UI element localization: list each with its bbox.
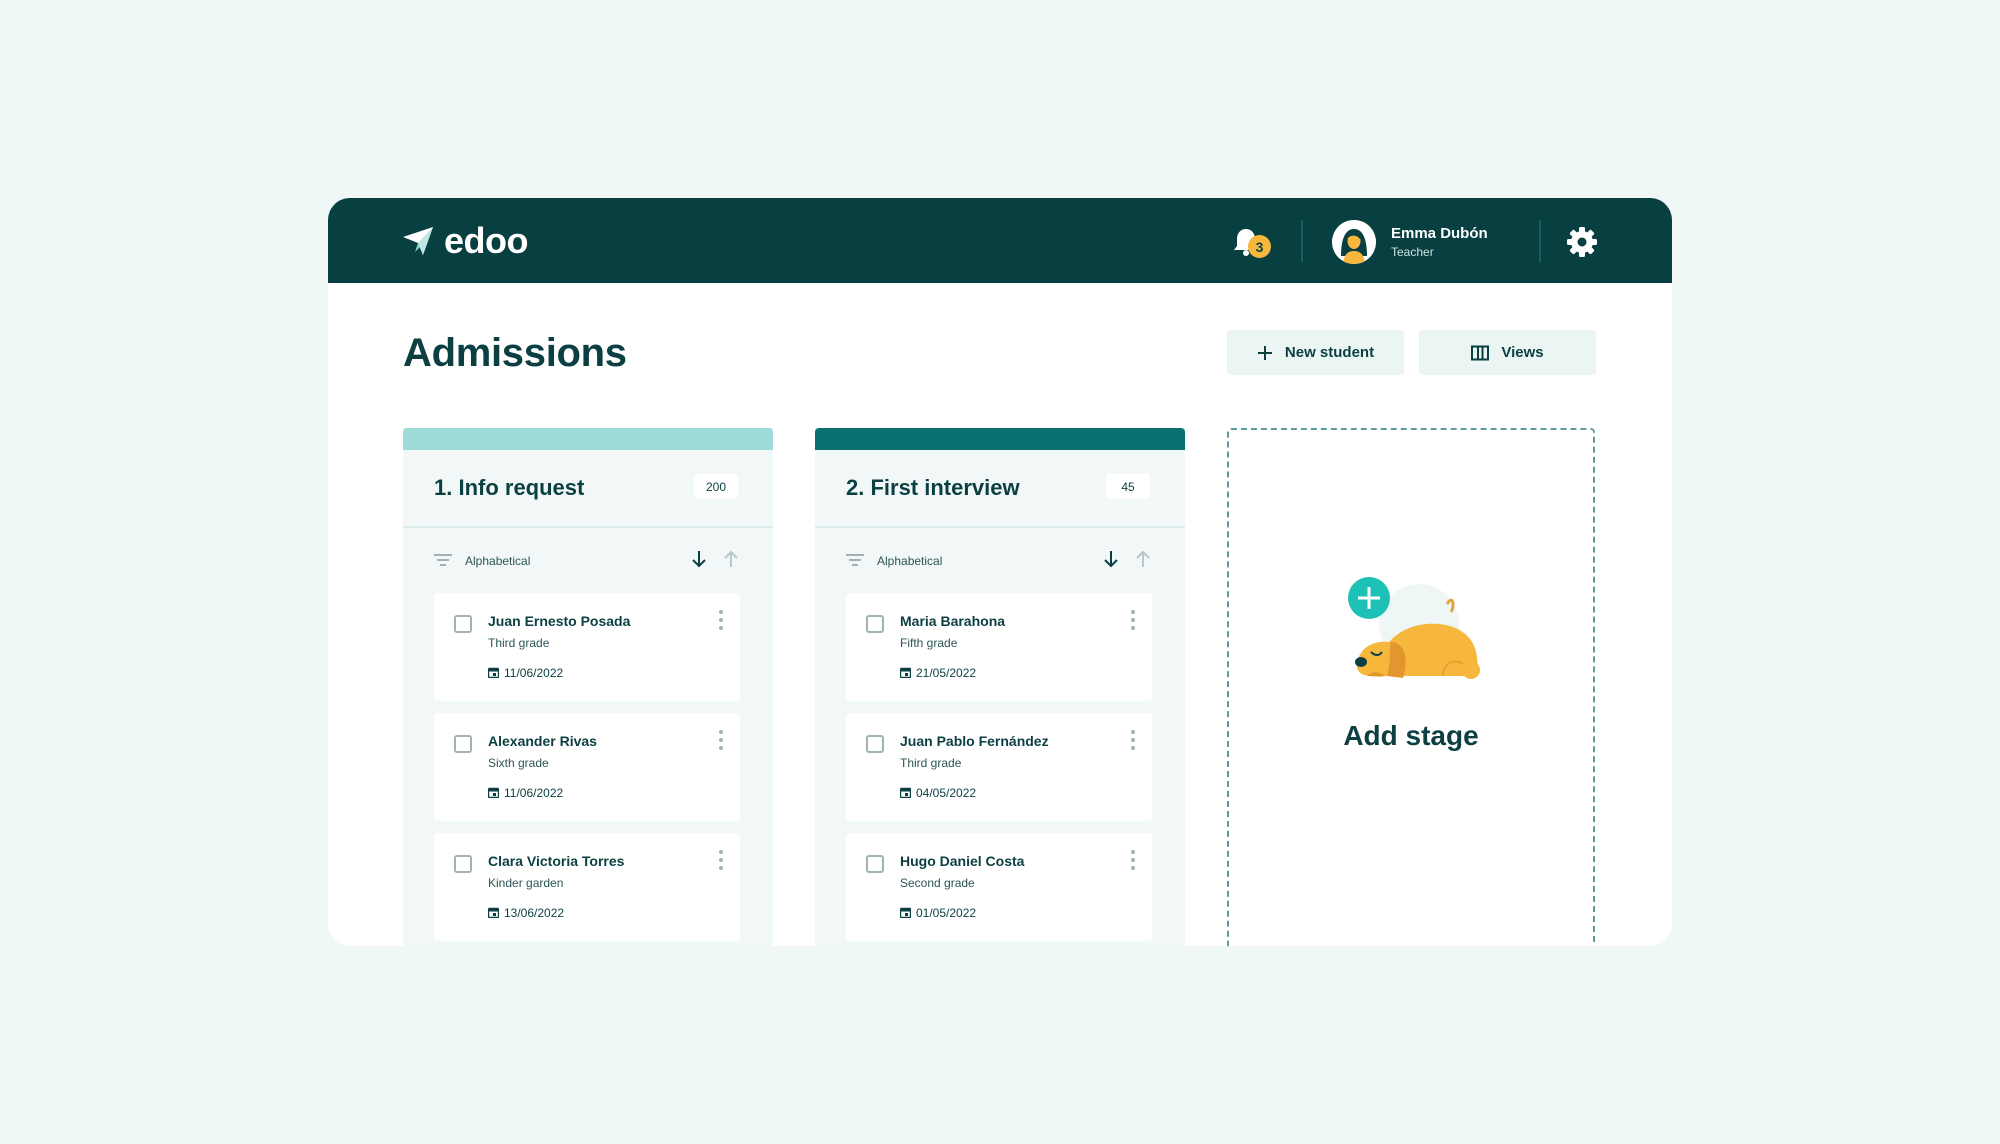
student-select-checkbox[interactable] [866, 615, 884, 633]
calendar-icon [488, 667, 499, 678]
student-card[interactable]: Clara Victoria Torres Kinder garden 13/0… [434, 833, 740, 941]
application-date: 11/06/2022 [504, 786, 564, 800]
application-date: 21/05/2022 [916, 666, 977, 680]
page-title: Admissions [403, 331, 627, 375]
sort-ascending-arrow-icon[interactable] [1135, 550, 1151, 568]
application-date: 01/05/2022 [916, 906, 977, 920]
app-logo[interactable]: edoo [402, 220, 529, 261]
student-grade: Fifth grade [900, 636, 958, 650]
student-select-checkbox[interactable] [454, 735, 472, 753]
student-grade: Third grade [900, 756, 962, 770]
sort-descending-arrow-icon[interactable] [691, 550, 707, 568]
add-stage-dropzone[interactable]: Add stage [1227, 428, 1595, 946]
paper-plane-icon [403, 227, 433, 255]
stage-column-info-request: 1. Info request 200 Alphabetical Juan Er… [403, 428, 773, 946]
header-divider [1539, 220, 1541, 262]
more-options-icon[interactable] [1130, 609, 1136, 631]
plus-icon [1257, 345, 1272, 360]
new-student-label: New student [1284, 344, 1375, 361]
calendar-icon [900, 667, 911, 678]
student-grade: Third grade [488, 636, 550, 650]
student-name: Juan Ernesto Posada [488, 613, 631, 629]
stage-title: 2. First interview [846, 475, 1020, 500]
student-grade: Sixth grade [488, 756, 549, 770]
user-avatar-illustration [1332, 220, 1376, 264]
student-card[interactable]: Juan Pablo Fernández Third grade 04/05/2… [846, 713, 1152, 821]
stage-column-first-interview: 2. First interview 45 Alphabetical Maria… [815, 428, 1185, 946]
student-name: Hugo Daniel Costa [900, 853, 1025, 869]
add-stage-label: Add stage [1343, 720, 1479, 751]
header-divider [1301, 220, 1303, 262]
sort-label[interactable]: Alphabetical [465, 554, 530, 568]
student-name: Alexander Rivas [488, 733, 597, 749]
stage-count-badge: 45 [1106, 474, 1150, 499]
top-navigation-bar: edoo 3 Emma Dubón Teacher [328, 198, 1672, 283]
notification-count-badge: 3 [1248, 235, 1271, 258]
more-options-icon[interactable] [718, 609, 724, 631]
user-name: Emma Dubón [1391, 225, 1488, 242]
user-avatar[interactable] [1332, 220, 1376, 264]
filter-sort-icon[interactable] [434, 553, 452, 567]
app-window: edoo 3 Emma Dubón Teacher Admissions New… [328, 198, 1672, 946]
student-select-checkbox[interactable] [454, 615, 472, 633]
views-button[interactable]: Views [1419, 330, 1596, 375]
student-card[interactable]: Alexander Rivas Sixth grade 11/06/2022 [434, 713, 740, 821]
more-options-icon[interactable] [1130, 849, 1136, 871]
student-card[interactable]: Hugo Daniel Costa Second grade 01/05/202… [846, 833, 1152, 941]
application-date: 04/05/2022 [916, 786, 977, 800]
student-select-checkbox[interactable] [454, 855, 472, 873]
filter-sort-icon[interactable] [846, 553, 864, 567]
stage-color-bar [815, 428, 1185, 450]
views-label: Views [1501, 344, 1544, 361]
user-role: Teacher [1391, 245, 1434, 259]
application-date: 13/06/2022 [504, 906, 565, 920]
more-options-icon[interactable] [718, 849, 724, 871]
settings-gear-icon[interactable] [1566, 226, 1598, 258]
calendar-icon [488, 787, 499, 798]
student-select-checkbox[interactable] [866, 735, 884, 753]
student-card[interactable]: Maria Barahona Fifth grade 21/05/2022 [846, 593, 1152, 701]
new-student-button[interactable]: New student [1227, 330, 1404, 375]
stage-divider [403, 526, 773, 528]
student-name: Maria Barahona [900, 613, 1006, 629]
stage-divider [815, 526, 1185, 528]
student-select-checkbox[interactable] [866, 855, 884, 873]
application-date: 11/06/2022 [504, 666, 564, 680]
calendar-icon [900, 787, 911, 798]
sort-descending-arrow-icon[interactable] [1103, 550, 1119, 568]
student-card[interactable]: Juan Ernesto Posada Third grade 11/06/20… [434, 593, 740, 701]
columns-icon [1471, 345, 1490, 360]
sleeping-dog-illustration [1348, 577, 1480, 679]
sort-ascending-arrow-icon[interactable] [723, 550, 739, 568]
student-grade: Kinder garden [488, 876, 564, 890]
student-grade: Second grade [900, 876, 975, 890]
app-name: edoo [444, 220, 529, 261]
student-name: Juan Pablo Fernández [900, 733, 1049, 749]
sort-label[interactable]: Alphabetical [877, 554, 942, 568]
calendar-icon [900, 907, 911, 918]
more-options-icon[interactable] [718, 729, 724, 751]
student-name: Clara Victoria Torres [488, 853, 625, 869]
stage-count-badge: 200 [694, 474, 738, 499]
calendar-icon [488, 907, 499, 918]
more-options-icon[interactable] [1130, 729, 1136, 751]
stage-color-bar [403, 428, 773, 450]
stage-title: 1. Info request [434, 475, 585, 500]
